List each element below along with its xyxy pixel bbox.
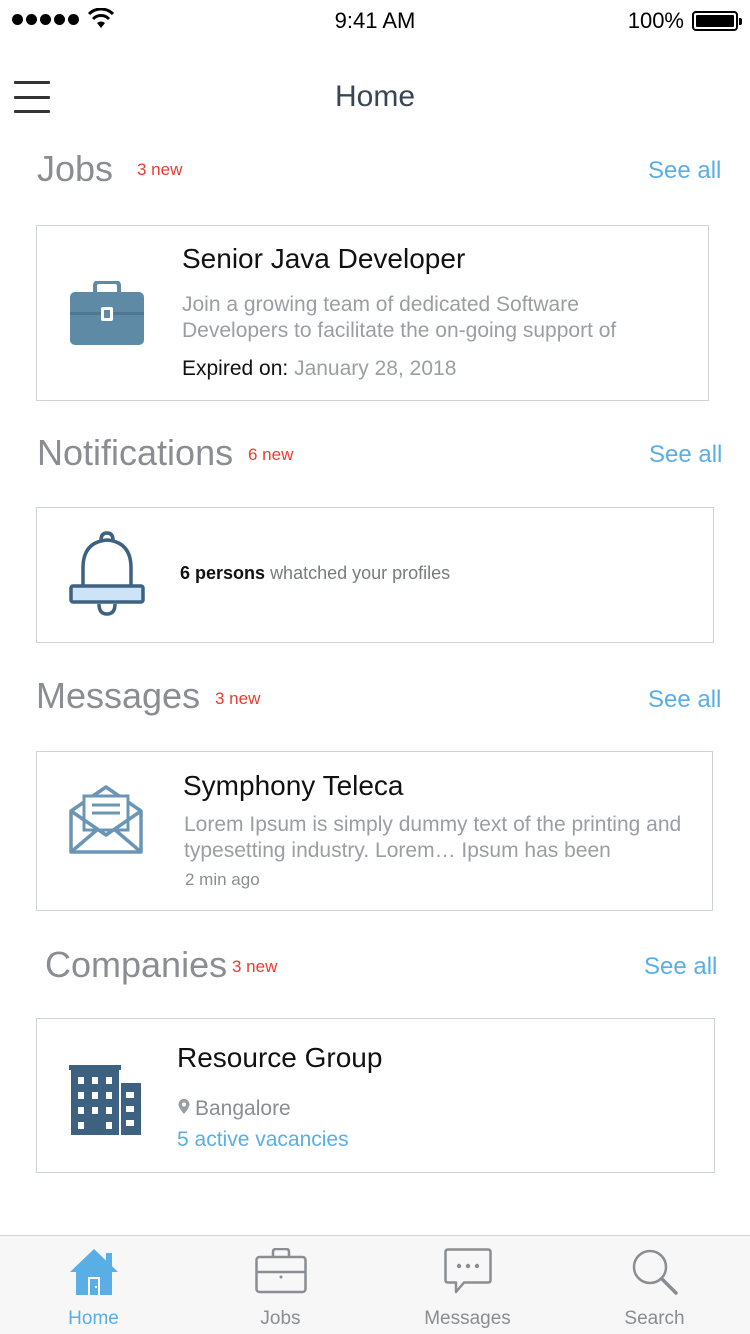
job-expiry-date: January 28, 2018 <box>294 357 457 380</box>
tab-search[interactable]: Search <box>561 1236 748 1334</box>
job-expiry-label: Expired on: <box>182 357 289 380</box>
home-icon <box>69 1249 118 1295</box>
job-card[interactable]: Senior Java Developer Join a growing tea… <box>36 225 709 401</box>
messages-section-title: Messages <box>36 675 201 716</box>
jobs-new-badge: 3 new <box>137 160 183 179</box>
jobs-section-title: Jobs <box>37 148 114 189</box>
job-expiry: Expired on: January 28, 2018 <box>182 357 456 381</box>
briefcase-icon <box>254 1248 307 1294</box>
companies-section-title: Companies <box>45 944 228 985</box>
notification-message: whatched your profiles <box>270 563 451 583</box>
notifications-section-title: Notifications <box>37 432 234 473</box>
chat-bubble-icon <box>443 1248 492 1294</box>
building-icon <box>69 1065 141 1135</box>
battery-percentage: 100% <box>627 8 684 33</box>
company-location-text: Bangalore <box>195 1097 291 1120</box>
bell-icon <box>69 531 145 616</box>
notification-text: 6 persons whatched your profiles <box>180 563 450 584</box>
notifications-see-all-link[interactable]: See all <box>649 441 722 469</box>
message-time: 2 min ago <box>185 870 260 889</box>
tab-messages-label: Messages <box>424 1308 511 1329</box>
tab-home[interactable]: Home <box>0 1236 187 1334</box>
job-description: Join a growing team of dedicated Softwar… <box>182 293 617 342</box>
tab-bar: Home Jobs Messages Search <box>0 1235 750 1334</box>
tab-search-label: Search <box>624 1308 685 1329</box>
job-title: Senior Java Developer <box>182 243 466 274</box>
message-sender: Symphony Teleca <box>183 770 404 801</box>
company-location: Bangalore <box>177 1097 291 1121</box>
status-bar: 9:41 AM 100% <box>0 0 750 40</box>
tab-messages[interactable]: Messages <box>374 1236 561 1334</box>
battery-icon <box>692 11 742 31</box>
companies-new-badge: 3 new <box>232 957 278 976</box>
message-card[interactable]: Symphony Teleca Lorem Ipsum is simply du… <box>36 751 713 911</box>
notification-count: 6 persons <box>180 563 266 583</box>
tab-home-label: Home <box>68 1308 119 1329</box>
page-title: Home <box>334 80 416 113</box>
company-name: Resource Group <box>177 1042 383 1073</box>
company-vacancies-link[interactable]: 5 active vacancies <box>177 1128 349 1152</box>
message-preview: Lorem Ipsum is simply dummy text of the … <box>184 813 682 862</box>
tab-jobs[interactable]: Jobs <box>187 1236 374 1334</box>
notification-card[interactable]: 6 persons whatched your profiles <box>36 507 714 643</box>
messages-new-badge: 3 new <box>215 689 261 708</box>
notifications-new-badge: 6 new <box>248 445 294 464</box>
tab-jobs-label: Jobs <box>260 1308 301 1329</box>
envelope-icon <box>69 785 143 854</box>
companies-see-all-link[interactable]: See all <box>644 953 717 981</box>
messages-see-all-link[interactable]: See all <box>648 686 721 714</box>
location-pin-icon <box>178 1099 190 1114</box>
jobs-see-all-link[interactable]: See all <box>648 157 721 185</box>
company-card[interactable]: Resource Group Bangalore 5 active vacanc… <box>36 1018 715 1173</box>
briefcase-icon <box>70 281 144 345</box>
search-icon <box>632 1249 678 1295</box>
